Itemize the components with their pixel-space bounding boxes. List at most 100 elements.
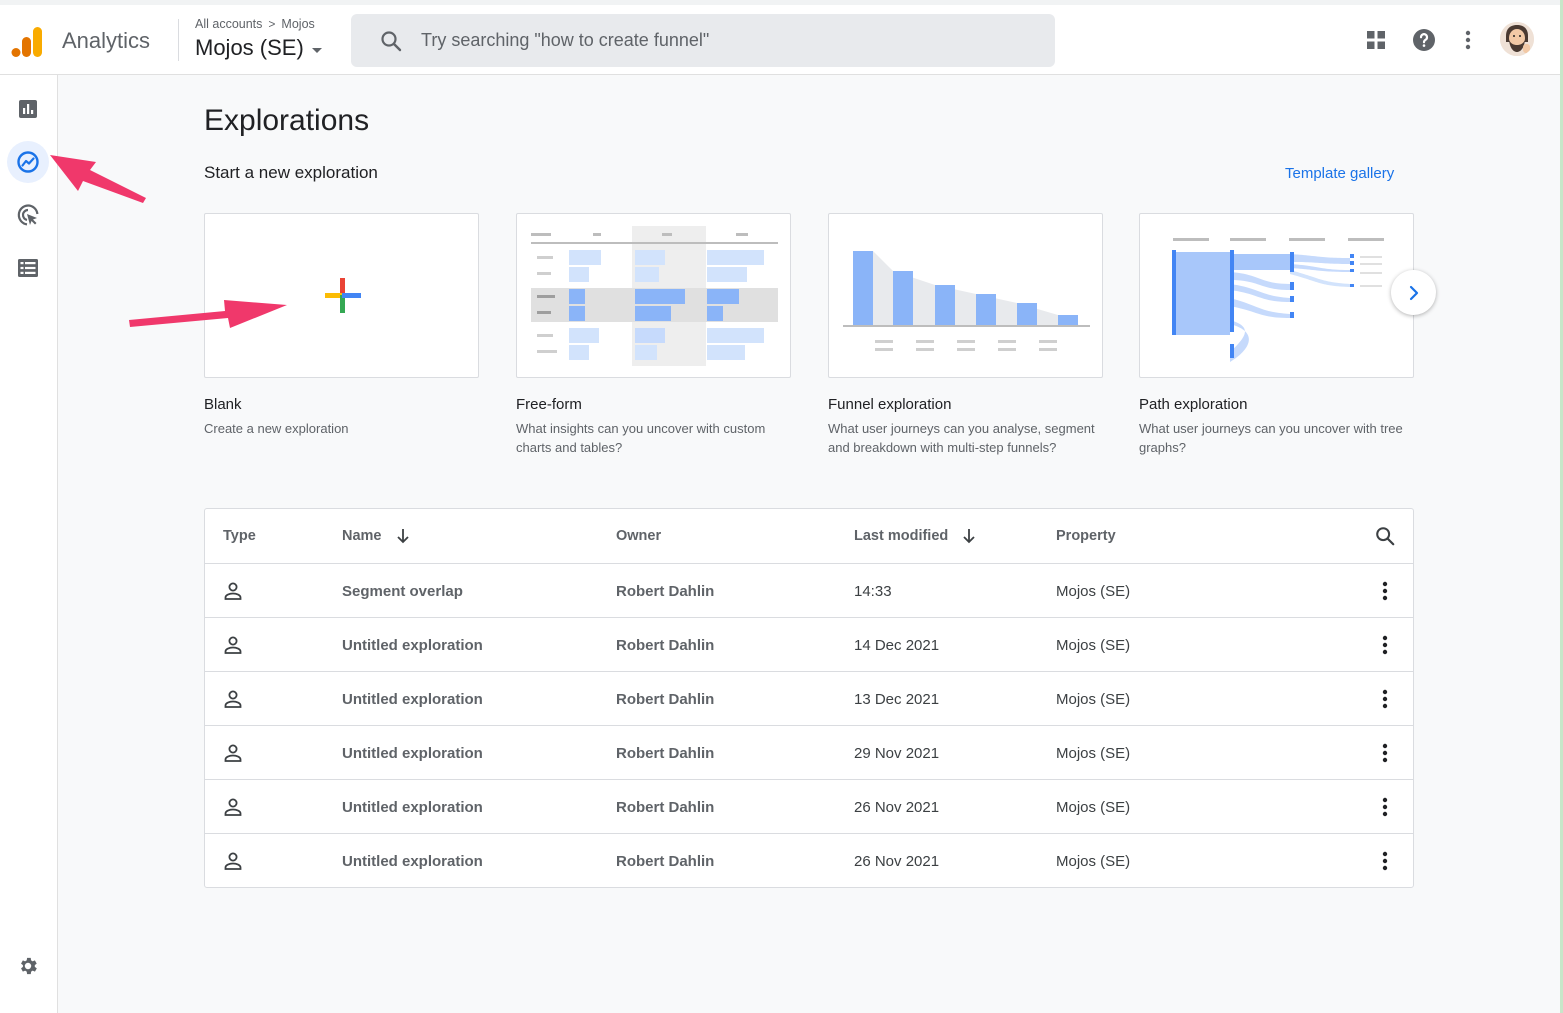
table-row[interactable]: Segment overlap Robert Dahlin 14:33 Mojo… xyxy=(205,563,1413,617)
row-more-menu-button[interactable] xyxy=(1370,726,1400,780)
section-subtitle: Start a new exploration xyxy=(204,163,378,182)
card-title: Path exploration xyxy=(1139,396,1248,413)
more-vert-icon[interactable] xyxy=(1455,27,1481,53)
exploration-name[interactable]: Untitled exploration xyxy=(342,726,483,780)
left-nav-rail xyxy=(0,75,58,1013)
card-description: What insights can you uncover with custo… xyxy=(516,421,766,455)
table-row[interactable]: Untitled exploration Robert Dahlin 13 De… xyxy=(205,671,1413,725)
more-vert-icon xyxy=(1382,581,1388,601)
person-icon xyxy=(224,744,242,762)
column-header-name[interactable]: Name xyxy=(342,509,410,563)
card-thumbnail[interactable] xyxy=(828,213,1103,378)
table-header-row: Type Name Owner Last modified Property xyxy=(205,509,1413,563)
card-thumbnail[interactable] xyxy=(516,213,791,378)
bar-chart-icon xyxy=(19,100,37,118)
card-description: Create a new exploration xyxy=(204,421,349,436)
table-row[interactable]: Untitled exploration Robert Dahlin 26 No… xyxy=(205,779,1413,833)
explore-icon xyxy=(17,151,39,173)
avatar[interactable] xyxy=(1500,22,1534,56)
nav-admin[interactable] xyxy=(7,945,49,987)
row-more-menu-button[interactable] xyxy=(1370,618,1400,672)
property-name: Mojos (SE) xyxy=(195,35,304,60)
breadcrumb[interactable]: All accounts > Mojos xyxy=(195,17,315,31)
app-name: Analytics xyxy=(62,28,151,53)
apps-grid-icon[interactable] xyxy=(1363,27,1389,53)
breadcrumb-account[interactable]: Mojos xyxy=(281,17,314,31)
card-thumbnail[interactable] xyxy=(1139,213,1414,378)
advertising-icon xyxy=(17,204,39,226)
property-cell: Mojos (SE) xyxy=(1056,744,1131,762)
column-header-owner[interactable]: Owner xyxy=(616,509,661,563)
annotation-arrow-explore xyxy=(50,155,146,203)
template-gallery-link[interactable]: Template gallery xyxy=(1285,165,1394,182)
list-icon xyxy=(18,259,38,277)
card-funnel-exploration[interactable]: Funnel exploration What user journeys ca… xyxy=(828,213,1103,457)
column-header-last-modified[interactable]: Last modified xyxy=(854,509,976,563)
person-icon xyxy=(224,690,242,708)
exploration-name[interactable]: Untitled exploration xyxy=(342,672,483,726)
column-header-property[interactable]: Property xyxy=(1056,509,1116,563)
exploration-name[interactable]: Segment overlap xyxy=(342,564,463,618)
sort-arrow-down-icon[interactable] xyxy=(962,528,976,544)
row-more-menu-button[interactable] xyxy=(1370,834,1400,888)
user-avatar-icon xyxy=(1500,22,1534,56)
gear-icon xyxy=(21,957,37,975)
nav-reports[interactable] xyxy=(7,88,49,130)
exploration-name[interactable]: Untitled exploration xyxy=(342,618,483,672)
plus-icon xyxy=(325,278,361,313)
type-cell xyxy=(223,780,243,834)
chevron-right-icon: > xyxy=(268,17,276,31)
card-path-exploration[interactable]: Path exploration What user journeys can … xyxy=(1139,213,1414,457)
property-picker[interactable]: Mojos (SE) xyxy=(195,35,322,61)
last-modified-cell: 14 Dec 2021 xyxy=(854,636,940,654)
nav-configure[interactable] xyxy=(7,247,49,289)
last-modified-cell: 26 Nov 2021 xyxy=(854,798,940,816)
free-form-table-illustration xyxy=(531,226,778,366)
search-icon xyxy=(1376,527,1395,546)
more-vert-icon xyxy=(1382,635,1388,655)
card-thumbnail[interactable] xyxy=(204,213,479,378)
card-free-form[interactable]: Free-form What insights can you uncover … xyxy=(516,213,791,457)
help-icon[interactable] xyxy=(1411,27,1437,53)
last-modified-cell: 14:33 xyxy=(854,582,892,600)
row-more-menu-button[interactable] xyxy=(1370,780,1400,834)
analytics-logo-icon[interactable] xyxy=(11,25,43,59)
table-search-button[interactable] xyxy=(1370,509,1400,563)
table-row[interactable]: Untitled exploration Robert Dahlin 14 De… xyxy=(205,617,1413,671)
last-modified-cell: 13 Dec 2021 xyxy=(854,690,940,708)
chevron-right-icon xyxy=(1409,285,1418,300)
sort-arrow-down-icon[interactable] xyxy=(396,528,410,544)
owner-cell: Robert Dahlin xyxy=(616,798,715,816)
exploration-name[interactable]: Untitled exploration xyxy=(342,834,483,888)
funnel-chart-illustration xyxy=(843,251,1090,351)
column-header-name-label: Name xyxy=(342,528,382,544)
row-more-menu-button[interactable] xyxy=(1370,564,1400,618)
search-bar[interactable] xyxy=(351,14,1055,67)
card-description: What user journeys can you analyse, segm… xyxy=(828,421,1095,455)
owner-cell: Robert Dahlin xyxy=(616,744,715,762)
owner-cell: Robert Dahlin xyxy=(616,852,715,870)
row-more-menu-button[interactable] xyxy=(1370,672,1400,726)
search-input[interactable] xyxy=(421,26,1021,54)
person-icon xyxy=(224,636,242,654)
nav-advertising[interactable] xyxy=(7,194,49,236)
card-blank[interactable]: Blank Create a new exploration xyxy=(204,213,479,438)
carousel-next-button[interactable] xyxy=(1391,270,1436,315)
owner-cell: Robert Dahlin xyxy=(616,636,715,654)
breadcrumb-accounts[interactable]: All accounts xyxy=(195,17,262,31)
table-row[interactable]: Untitled exploration Robert Dahlin 26 No… xyxy=(205,833,1413,887)
nav-explore[interactable] xyxy=(7,141,49,183)
type-cell xyxy=(223,564,243,618)
card-title: Blank xyxy=(204,396,242,413)
property-cell: Mojos (SE) xyxy=(1056,582,1131,600)
page-title: Explorations xyxy=(204,104,370,137)
table-row[interactable]: Untitled exploration Robert Dahlin 29 No… xyxy=(205,725,1413,779)
type-cell xyxy=(223,672,243,726)
explorations-table: Type Name Owner Last modified Property S… xyxy=(204,508,1414,888)
caret-down-icon xyxy=(311,47,322,53)
type-cell xyxy=(223,618,243,672)
exploration-name[interactable]: Untitled exploration xyxy=(342,780,483,834)
property-cell: Mojos (SE) xyxy=(1056,798,1131,816)
card-title: Funnel exploration xyxy=(828,396,952,413)
search-icon xyxy=(381,31,402,52)
